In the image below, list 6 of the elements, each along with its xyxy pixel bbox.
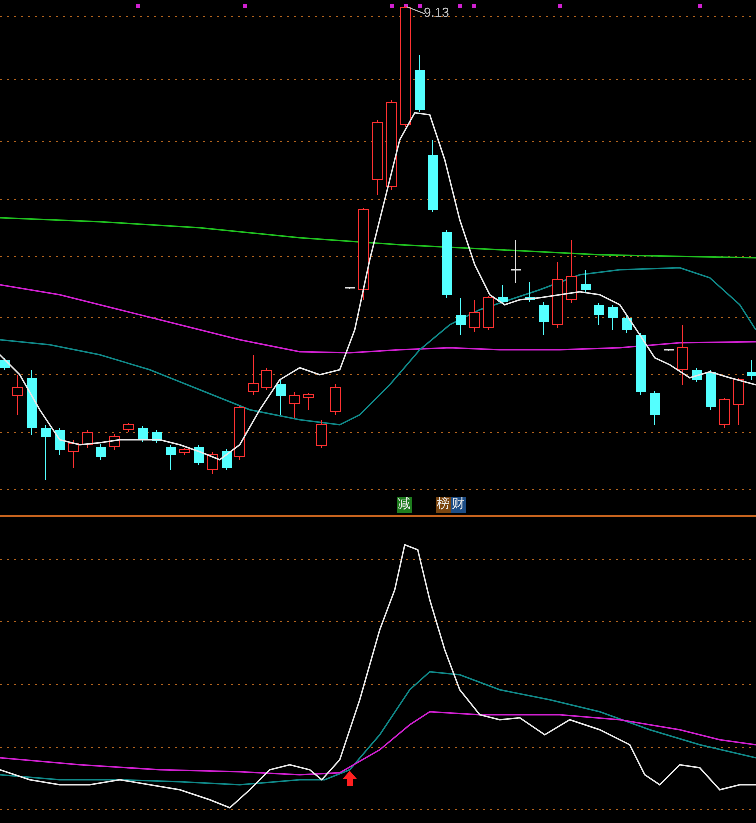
arrow-up-icon [343,771,357,786]
signal-tag: 减 [397,497,412,513]
signal-tag: 财 [451,497,466,513]
price-label: 9.13 [424,5,450,20]
leader-line [406,6,426,16]
signal-tag: 榜 [436,497,451,513]
